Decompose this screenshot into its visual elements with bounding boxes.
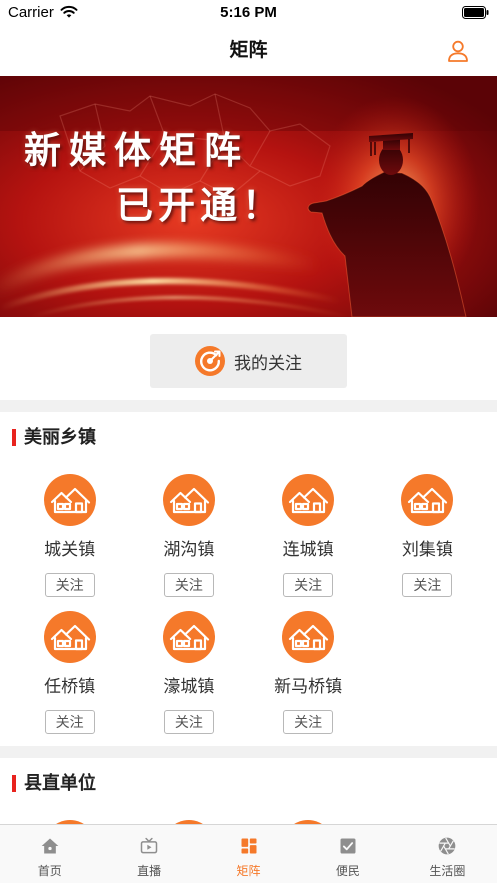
tab-live[interactable]: 直播 — [99, 825, 198, 883]
follow-button[interactable]: 关注 — [163, 710, 214, 734]
county-units-section: 县直单位 — [0, 758, 497, 824]
town-name: 湖沟镇 — [163, 540, 215, 559]
tab-life-circle[interactable]: 生活圈 — [398, 825, 497, 883]
follow-button[interactable]: 关注 — [283, 710, 334, 734]
my-follow-area: 我的关注 — [0, 317, 497, 400]
page-title: 矩阵 — [229, 40, 268, 61]
section-header: 美丽乡镇 — [0, 412, 497, 462]
town-item[interactable]: 连城镇 关注 — [249, 462, 368, 599]
house-icon — [282, 611, 334, 663]
clock: 5:16 PM — [220, 4, 277, 21]
banner-headline: 新媒体矩阵 — [24, 128, 249, 172]
section-title: 美丽乡镇 — [24, 427, 96, 447]
tab-bar: 首页 直播 矩阵 便民 生活圈 — [0, 824, 497, 883]
section-marker — [12, 429, 16, 446]
section-divider — [0, 746, 497, 758]
section-title: 县直单位 — [24, 773, 96, 793]
house-icon — [44, 474, 96, 526]
banner-subline: 已开通！ — [116, 183, 284, 227]
target-icon — [195, 346, 225, 376]
town-name: 任桥镇 — [44, 677, 96, 696]
my-follow-button[interactable]: 我的关注 — [150, 334, 347, 388]
tab-services[interactable]: 便民 — [298, 825, 397, 883]
carrier-label: Carrier — [8, 4, 54, 21]
unit-item[interactable] — [129, 808, 248, 824]
follow-button[interactable]: 关注 — [44, 710, 95, 734]
status-bar: Carrier 5:16 PM — [0, 0, 497, 25]
navigation-bar: 矩阵 — [0, 25, 497, 76]
tab-label: 生活圈 — [429, 864, 466, 878]
tab-home[interactable]: 首页 — [0, 825, 99, 883]
town-name: 濠城镇 — [163, 677, 215, 696]
section-marker — [12, 775, 16, 792]
town-name: 刘集镇 — [401, 540, 453, 559]
my-follow-label: 我的关注 — [234, 353, 302, 373]
unit-item[interactable] — [10, 808, 129, 824]
house-icon — [163, 474, 215, 526]
house-icon — [163, 611, 215, 663]
profile-button[interactable] — [446, 39, 470, 63]
app-screen: Carrier 5:16 PM 矩阵 新媒体矩阵 已开通！ 我的关注 美丽乡镇 … — [0, 0, 497, 883]
user-icon — [448, 40, 468, 62]
follow-button[interactable]: 关注 — [44, 573, 95, 597]
grid-icon — [241, 838, 257, 854]
follow-button[interactable]: 关注 — [283, 573, 334, 597]
content-scroll-area[interactable]: 新媒体矩阵 已开通！ 我的关注 美丽乡镇 城关镇 关注 湖沟镇 关注 连城镇 关… — [0, 76, 497, 824]
follow-button[interactable]: 关注 — [402, 573, 453, 597]
house-icon — [282, 474, 334, 526]
tab-label: 首页 — [37, 864, 62, 878]
house-icon — [401, 474, 453, 526]
town-item[interactable]: 新马桥镇 关注 — [249, 599, 368, 736]
tv-icon — [140, 837, 158, 854]
section-header: 县直单位 — [0, 758, 497, 808]
banner: 新媒体矩阵 已开通！ — [0, 76, 497, 317]
house-icon — [44, 611, 96, 663]
town-item[interactable]: 城关镇 关注 — [10, 462, 129, 599]
town-name: 城关镇 — [44, 540, 96, 559]
towns-section: 美丽乡镇 城关镇 关注 湖沟镇 关注 连城镇 关注 刘集镇 关注 任桥镇 关注 … — [0, 412, 497, 746]
wifi-icon — [60, 5, 78, 18]
town-item[interactable]: 任桥镇 关注 — [10, 599, 129, 736]
town-grid: 城关镇 关注 湖沟镇 关注 连城镇 关注 刘集镇 关注 任桥镇 关注 濠城镇 关… — [0, 462, 497, 736]
checkbox-icon — [340, 838, 356, 854]
tab-label: 矩阵 — [236, 864, 261, 878]
town-item[interactable]: 刘集镇 关注 — [368, 462, 487, 599]
town-item[interactable]: 濠城镇 关注 — [129, 599, 248, 736]
section-divider — [0, 400, 497, 412]
follow-button[interactable]: 关注 — [163, 573, 214, 597]
battery-icon — [462, 6, 489, 19]
tab-label: 直播 — [137, 864, 162, 878]
town-item[interactable]: 湖沟镇 关注 — [129, 462, 248, 599]
unit-item[interactable] — [249, 808, 368, 824]
tab-matrix[interactable]: 矩阵 — [199, 825, 298, 883]
unit-grid — [0, 808, 497, 824]
town-name: 新马桥镇 — [274, 677, 343, 696]
home-icon — [41, 838, 59, 854]
town-name: 连城镇 — [282, 540, 334, 559]
tab-label: 便民 — [335, 864, 360, 878]
aperture-icon — [438, 837, 456, 855]
